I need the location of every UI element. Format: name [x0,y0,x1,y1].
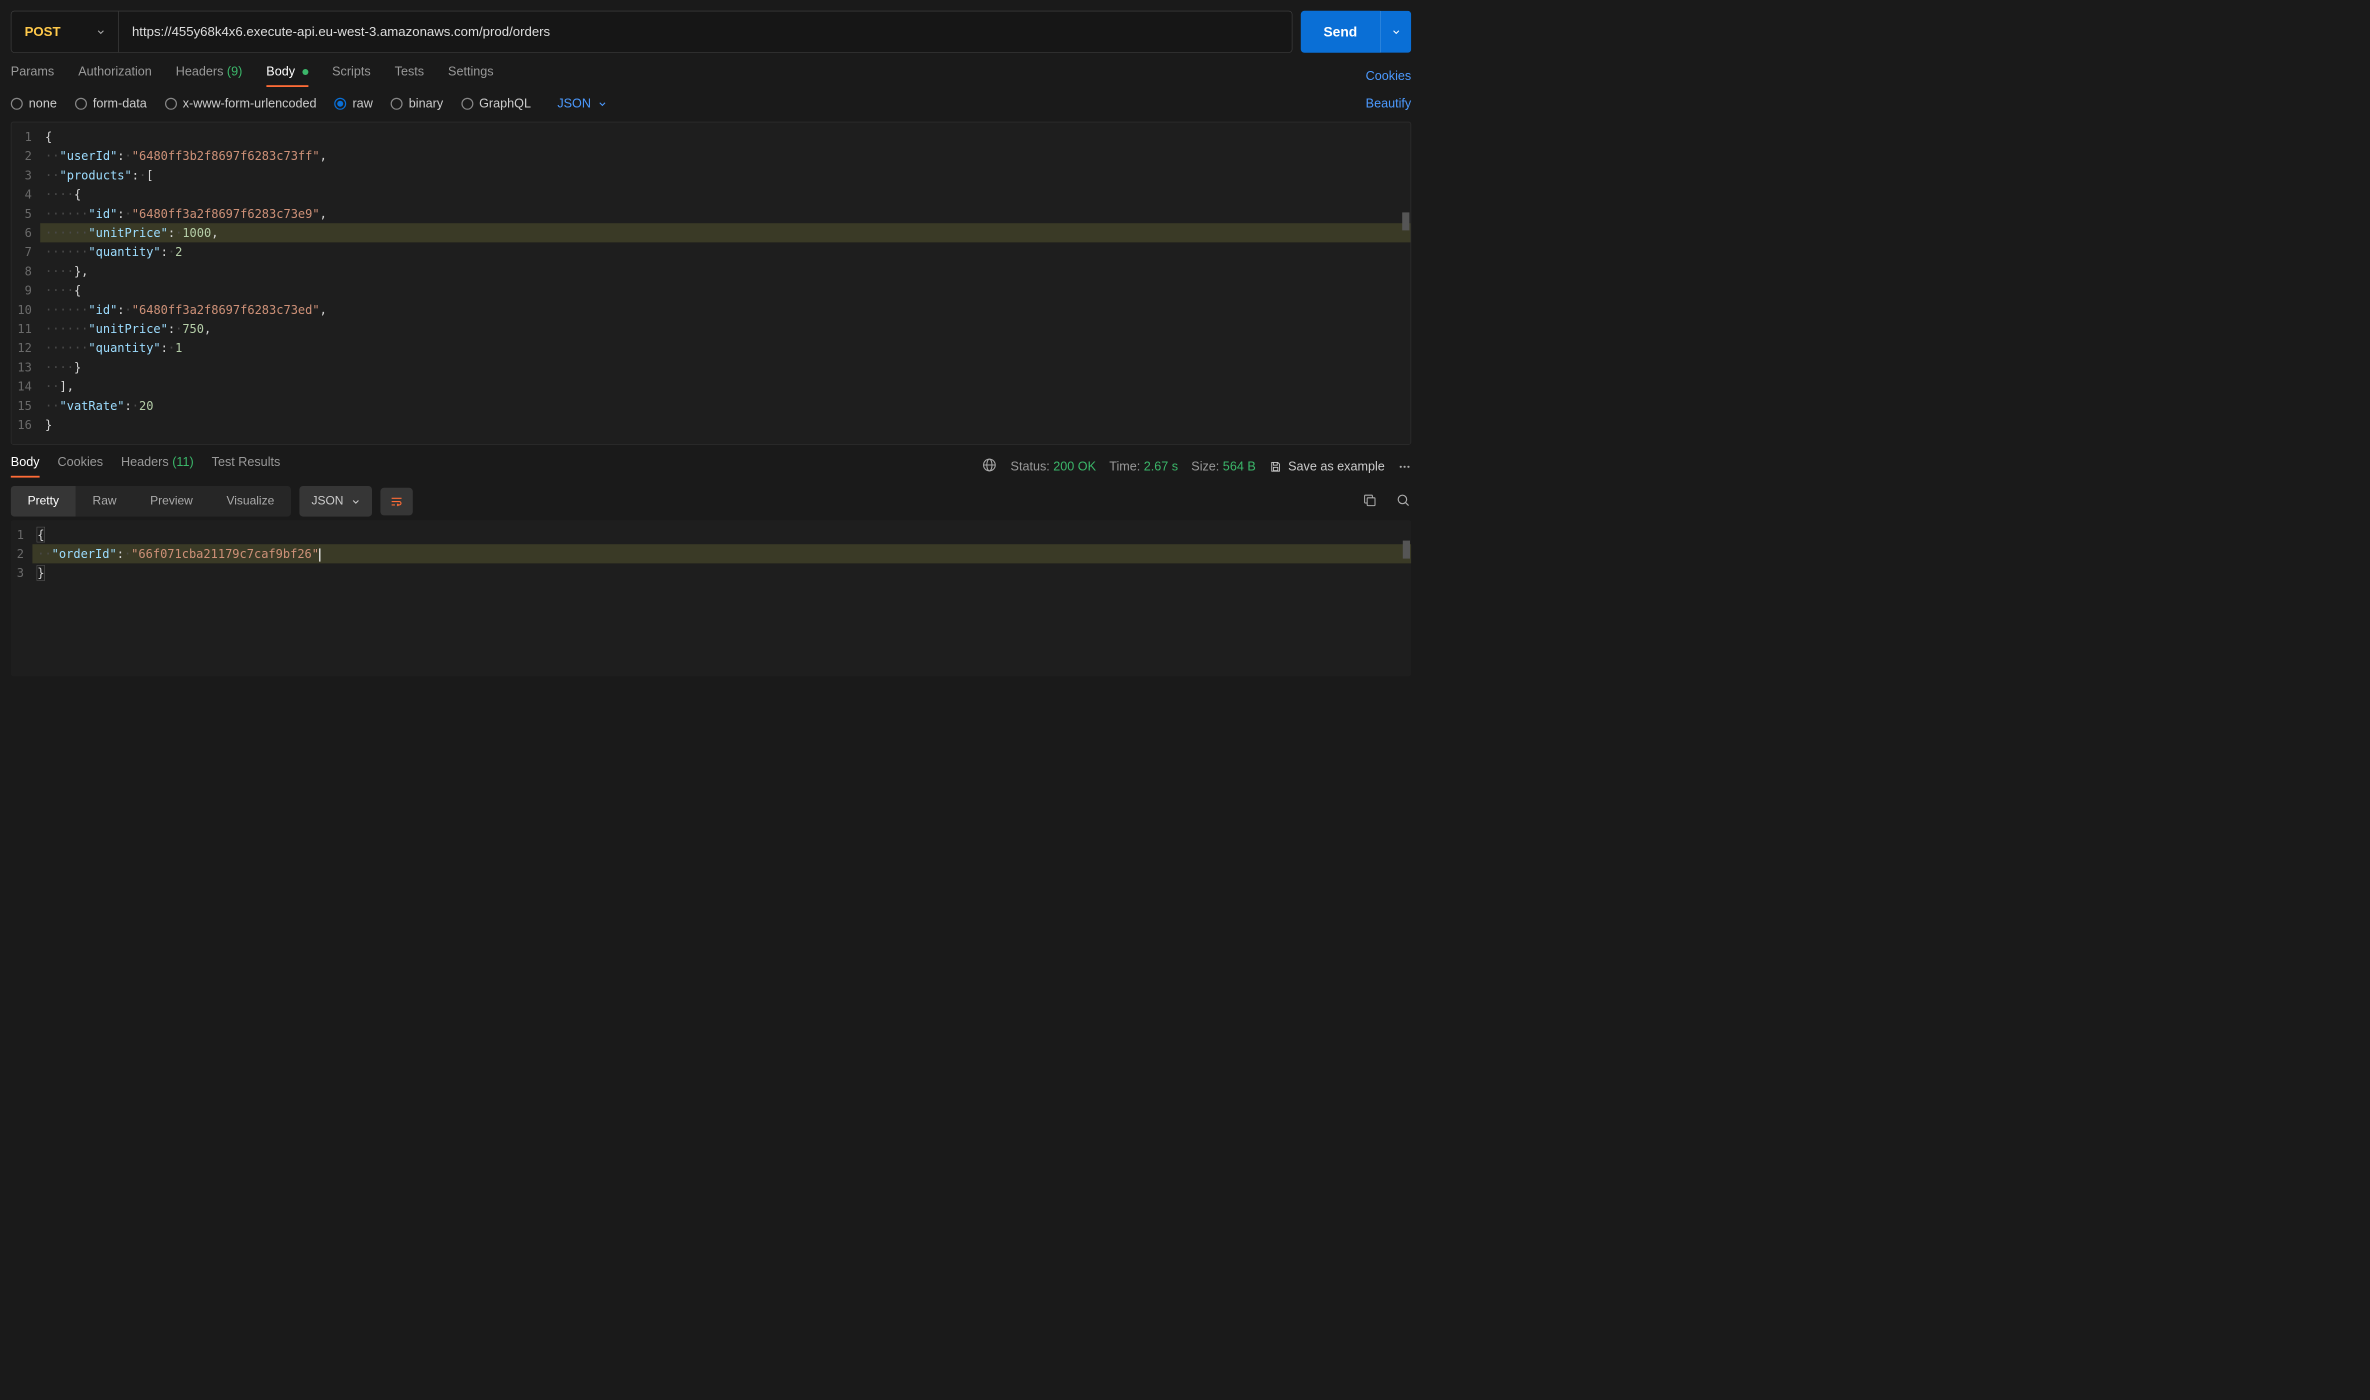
globe-icon[interactable] [982,457,998,476]
search-icon [1396,493,1412,509]
radio-icon [75,98,87,110]
time-label: Time: 2.67 s [1109,459,1178,473]
code-line[interactable]: ······"id":·"6480ff3a2f8697f6283c73e9", [40,204,1410,223]
tab-headers[interactable]: Headers (9) [176,65,243,87]
code-line[interactable]: ····{ [40,281,1410,300]
size-label: Size: 564 B [1191,459,1255,473]
beautify-link[interactable]: Beautify [1366,97,1412,111]
body-type-form-data[interactable]: form-data [75,97,147,111]
code-line[interactable]: { [32,525,1411,544]
tab-headers-count: (9) [227,65,242,79]
wrap-lines-button[interactable] [381,488,413,516]
tab-body[interactable]: Body [266,65,308,87]
wrap-icon [390,495,403,508]
code-line[interactable]: ······"unitPrice":·1000, [40,223,1410,242]
tab-scripts[interactable]: Scripts [332,65,371,87]
response-tab-test-results[interactable]: Test Results [212,455,281,477]
code-line[interactable]: ······"quantity":·2 [40,242,1410,261]
save-as-example-button[interactable]: Save as example [1269,459,1385,473]
code-line[interactable]: ··"orderId":·"66f071cba21179c7caf9bf26" [32,544,1411,563]
save-icon [1269,460,1282,473]
radio-checked-icon [334,98,346,110]
view-visualize-button[interactable]: Visualize [210,486,291,517]
tab-settings[interactable]: Settings [448,65,494,87]
code-line[interactable]: ······"quantity":·1 [40,338,1410,357]
body-type-raw[interactable]: raw [334,97,372,111]
code-line[interactable]: ······"unitPrice":·750, [40,319,1410,338]
response-tab-cookies[interactable]: Cookies [58,455,104,477]
view-pretty-button[interactable]: Pretty [11,486,76,517]
chevron-down-icon [352,497,360,505]
copy-response-button[interactable] [1362,493,1378,510]
tab-authorization[interactable]: Authorization [78,65,152,87]
view-preview-button[interactable]: Preview [133,486,209,517]
copy-icon [1362,493,1378,509]
send-button[interactable]: Send [1301,11,1380,53]
body-type-none[interactable]: none [11,97,57,111]
code-line[interactable]: ····}, [40,262,1410,281]
body-modified-dot-icon [302,69,308,75]
more-menu-button[interactable] [1398,460,1411,473]
response-body-viewer[interactable]: 123 {··"orderId":·"66f071cba21179c7caf9b… [11,520,1411,676]
response-format-select[interactable]: JSON [299,486,372,517]
code-line[interactable]: ··"userId":·"6480ff3b2f8697f6283c73ff", [40,146,1410,165]
code-line[interactable]: ··"products":·[ [40,166,1410,185]
code-line[interactable]: { [40,127,1410,146]
tab-tests[interactable]: Tests [395,65,424,87]
view-raw-button[interactable]: Raw [76,486,134,517]
raw-content-type-select[interactable]: JSON [557,97,606,111]
code-line[interactable]: ····} [40,358,1410,377]
radio-icon [461,98,473,110]
url-input[interactable] [119,11,1292,52]
body-type-x-www-form-urlencoded[interactable]: x-www-form-urlencoded [165,97,317,111]
response-code[interactable]: {··"orderId":·"66f071cba21179c7caf9bf26"… [32,520,1411,587]
code-line[interactable]: ······"id":·"6480ff3a2f8697f6283c73ed", [40,300,1410,319]
status-label: Status: 200 OK [1011,459,1096,473]
response-tab-headers[interactable]: Headers (11) [121,455,194,477]
chevron-down-icon [1392,28,1400,36]
tab-params[interactable]: Params [11,65,54,87]
request-code[interactable]: {··"userId":·"6480ff3b2f8697f6283c73ff",… [40,122,1410,439]
chevron-down-icon [598,100,606,108]
request-gutter: 12345678910111213141516 [11,122,40,439]
search-response-button[interactable] [1396,493,1412,510]
response-tab-body[interactable]: Body [11,455,40,477]
code-line[interactable]: } [32,563,1411,582]
chevron-down-icon [97,28,105,36]
cookies-link[interactable]: Cookies [1366,69,1412,83]
more-horizontal-icon [1398,460,1411,473]
scrollbar-thumb[interactable] [1403,541,1410,559]
code-line[interactable]: ··"vatRate":·20 [40,396,1410,415]
radio-icon [391,98,403,110]
body-type-binary[interactable]: binary [391,97,443,111]
http-method-select[interactable]: POST [11,11,118,52]
code-line[interactable]: ··], [40,377,1410,396]
code-line[interactable]: } [40,415,1410,434]
request-body-editor[interactable]: 12345678910111213141516 {··"userId":·"64… [11,122,1411,445]
radio-icon [165,98,177,110]
scrollbar-thumb[interactable] [1402,212,1409,230]
radio-icon [11,98,23,110]
tab-headers-label: Headers [176,65,224,79]
code-line[interactable]: ····{ [40,185,1410,204]
http-method-label: POST [25,24,61,40]
body-type-graphql[interactable]: GraphQL [461,97,531,111]
send-dropdown-button[interactable] [1380,11,1411,53]
response-gutter: 123 [11,520,33,587]
tab-body-label: Body [266,65,295,79]
